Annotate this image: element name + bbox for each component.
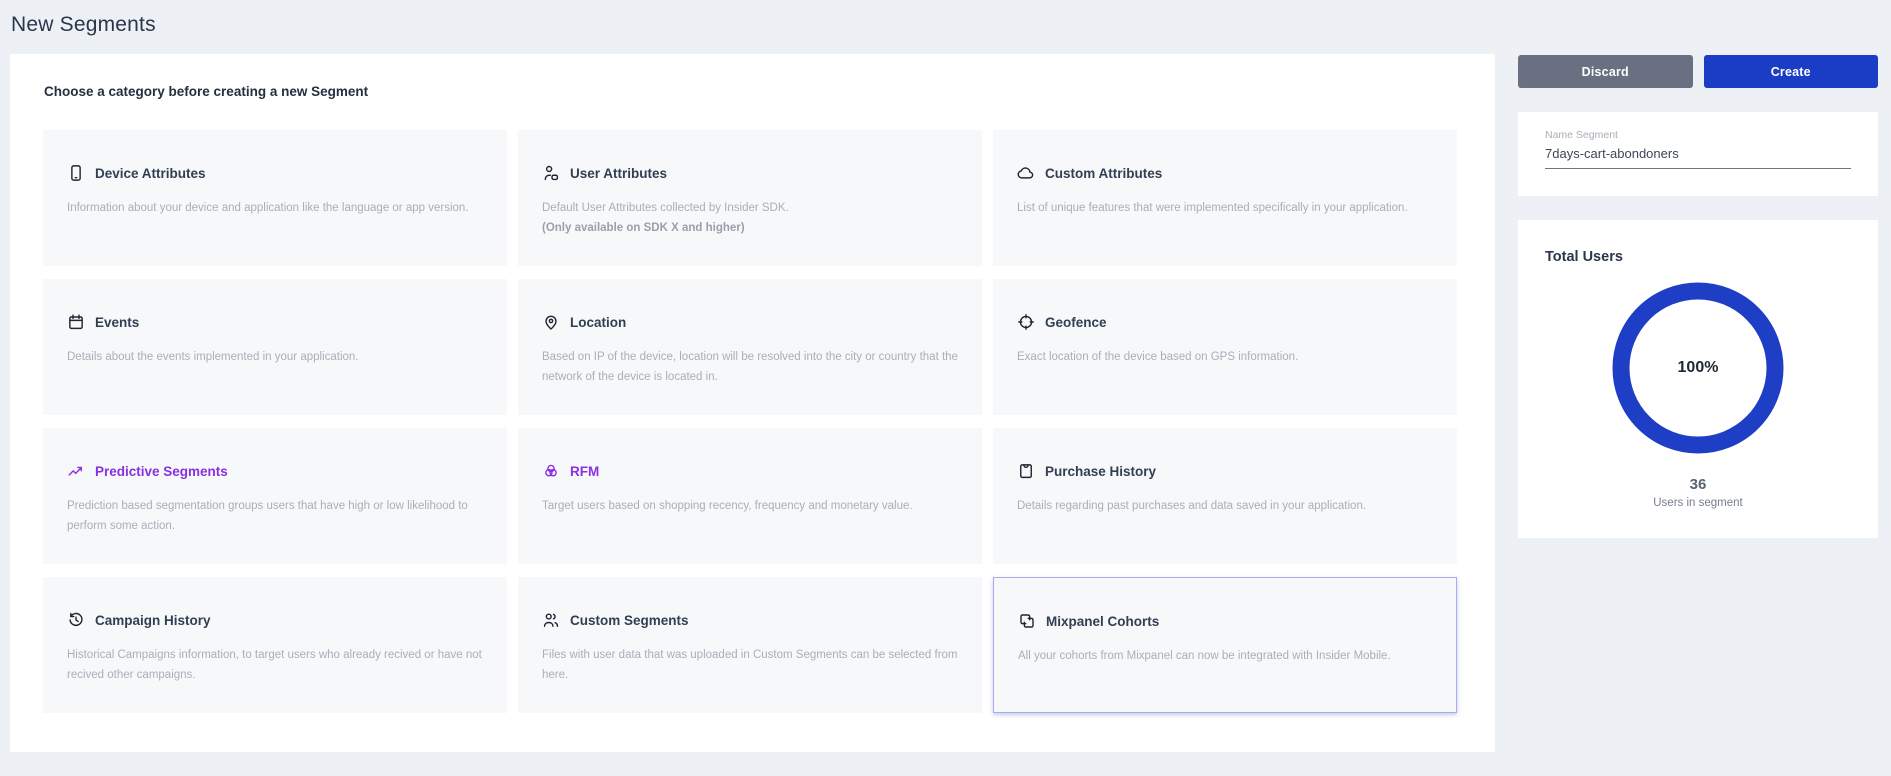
category-card-predictive-segments[interactable]: Predictive Segments Prediction based segm… — [43, 428, 507, 564]
category-title: RFM — [570, 464, 599, 479]
category-card-events[interactable]: Events Details about the events implement… — [43, 279, 507, 415]
category-card-device-attributes[interactable]: Device Attributes Information about your … — [43, 130, 507, 266]
category-description: Exact location of the device based on GP… — [1017, 347, 1437, 367]
receipt-icon — [1017, 462, 1035, 480]
category-card-user-attributes[interactable]: User Attributes Default User Attributes c… — [518, 130, 982, 266]
cloud-icon — [1017, 164, 1035, 182]
users-icon — [542, 611, 560, 629]
category-card-location[interactable]: Location Based on IP of the device, locat… — [518, 279, 982, 415]
category-description: Historical Campaigns information, to tar… — [67, 645, 487, 685]
page-title: New Segments — [11, 13, 156, 37]
category-title: User Attributes — [570, 166, 667, 181]
donut-percent-label: 100% — [1612, 282, 1784, 454]
category-card-header: Custom Segments — [542, 611, 962, 629]
category-description: All your cohorts from Mixpanel can now b… — [1018, 646, 1436, 666]
category-card-mixpanel-cohorts[interactable]: Mixpanel Cohorts All your cohorts from Mi… — [993, 577, 1457, 713]
category-card-rfm[interactable]: RFM Target users based on shopping recenc… — [518, 428, 982, 564]
category-card-geofence[interactable]: Geofence Exact location of the device bas… — [993, 279, 1457, 415]
category-description: Files with user data that was uploaded i… — [542, 645, 962, 685]
category-description: Target users based on shopping recency, … — [542, 496, 962, 516]
category-card-purchase-history[interactable]: Purchase History Details regarding past p… — [993, 428, 1457, 564]
history-icon — [67, 611, 85, 629]
category-description: Details regarding past purchases and dat… — [1017, 496, 1437, 516]
map-pin-icon — [542, 313, 560, 331]
category-title: Geofence — [1045, 315, 1107, 330]
category-card-header: Device Attributes — [67, 164, 487, 182]
create-button[interactable]: Create — [1704, 55, 1879, 88]
category-title: Events — [95, 315, 139, 330]
name-segment-card: Name Segment — [1518, 112, 1878, 196]
category-title: Custom Attributes — [1045, 166, 1162, 181]
category-card-header: RFM — [542, 462, 962, 480]
category-description: Details about the events implemented in … — [67, 347, 487, 367]
category-description: Information about your device and applic… — [67, 198, 487, 218]
panel-heading: Choose a category before creating a new … — [44, 84, 368, 99]
users-count-caption: Users in segment — [1545, 497, 1851, 509]
category-description-note: (Only available on SDK X and higher) — [542, 218, 962, 238]
category-card-header: Campaign History — [67, 611, 487, 629]
name-segment-input[interactable] — [1545, 146, 1851, 169]
discard-button[interactable]: Discard — [1518, 55, 1693, 88]
category-title: Campaign History — [95, 613, 211, 628]
category-description: Based on IP of the device, location will… — [542, 347, 962, 387]
category-card-header: Location — [542, 313, 962, 331]
segment-sidebar: Discard Create Name Segment Total Users … — [1518, 55, 1878, 88]
device-icon — [67, 164, 85, 182]
category-card-header: Geofence — [1017, 313, 1437, 331]
category-card-header: User Attributes — [542, 164, 962, 182]
category-card-campaign-history[interactable]: Campaign History Historical Campaigns inf… — [43, 577, 507, 713]
category-description: List of unique features that were implem… — [1017, 198, 1437, 218]
crosshair-icon — [1017, 313, 1035, 331]
total-users-card: Total Users 100% 36 Users in segment — [1518, 220, 1878, 538]
category-title: Purchase History — [1045, 464, 1156, 479]
category-title: Custom Segments — [570, 613, 689, 628]
trending-up-icon — [67, 462, 85, 480]
venn-icon — [542, 462, 560, 480]
category-card-custom-segments[interactable]: Custom Segments Files with user data that… — [518, 577, 982, 713]
segment-category-panel: Choose a category before creating a new … — [10, 54, 1495, 752]
category-grid: Device Attributes Information about your … — [43, 130, 1457, 713]
users-count: 36 — [1545, 476, 1851, 493]
category-description: Default User Attributes collected by Ins… — [542, 198, 962, 238]
category-card-header: Events — [67, 313, 487, 331]
category-description: Prediction based segmentation groups use… — [67, 496, 487, 536]
category-title: Predictive Segments — [95, 464, 228, 479]
category-card-header: Mixpanel Cohorts — [1018, 612, 1436, 630]
category-card-header: Predictive Segments — [67, 462, 487, 480]
name-segment-label: Name Segment — [1545, 129, 1851, 141]
user-badge-icon — [542, 164, 560, 182]
category-title: Mixpanel Cohorts — [1046, 614, 1159, 629]
category-title: Device Attributes — [95, 166, 206, 181]
category-title: Location — [570, 315, 626, 330]
cohort-sync-icon — [1018, 612, 1036, 630]
category-card-header: Purchase History — [1017, 462, 1437, 480]
category-card-header: Custom Attributes — [1017, 164, 1437, 182]
category-card-custom-attributes[interactable]: Custom Attributes List of unique features… — [993, 130, 1457, 266]
total-users-title: Total Users — [1545, 249, 1851, 265]
action-button-row: Discard Create — [1518, 55, 1878, 88]
total-users-donut-chart: 100% — [1612, 282, 1784, 454]
calendar-icon — [67, 313, 85, 331]
